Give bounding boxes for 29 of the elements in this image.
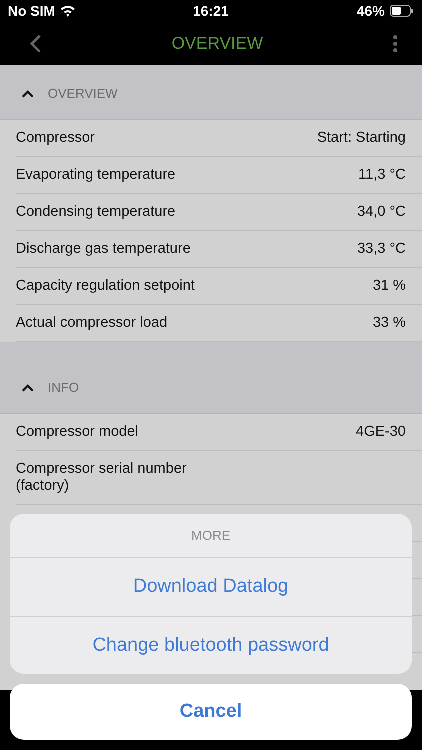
section-title[interactable]: OVERVIEW: [48, 86, 118, 101]
chevron-up-icon: [22, 90, 34, 98]
row-value: 11,3 °C: [358, 167, 406, 183]
row-label: Capacity regulation setpoint: [16, 278, 195, 294]
row-value: 31 %: [372, 278, 406, 294]
row-value: Start: Starting: [317, 130, 406, 146]
row-value: 33,3 °C: [357, 241, 406, 257]
row-label: Condensing temperature: [16, 204, 176, 220]
more-icon[interactable]: [392, 34, 398, 52]
row-label: Actual compressor load: [16, 314, 168, 332]
row-label: Compressor serial number (factory): [16, 460, 188, 494]
chevron-up-icon: [22, 384, 34, 392]
battery-icon: [390, 5, 414, 17]
section-title[interactable]: INFO: [48, 380, 80, 395]
carrier-text: No SIM: [8, 3, 56, 19]
action-button[interactable]: Change bluetooth password: [10, 616, 412, 674]
row-label: Compressor: [16, 130, 95, 146]
battery-percent: 46%: [356, 3, 385, 19]
row-label: Evaporating temperature: [16, 166, 176, 184]
row-value: 4GE-30: [356, 424, 406, 440]
screen-title: OVERVIEW: [172, 34, 264, 54]
cancel-button[interactable]: Cancel: [10, 684, 412, 740]
wifi-icon: [60, 5, 76, 17]
row-label: Discharge gas temperature: [16, 240, 191, 258]
row-value: 34,0 °C: [357, 204, 406, 220]
row-label: Compressor model: [16, 424, 138, 440]
back-icon[interactable]: [30, 34, 42, 52]
row-value: 33 %: [372, 315, 406, 331]
clock-time: 16:21: [193, 3, 229, 19]
